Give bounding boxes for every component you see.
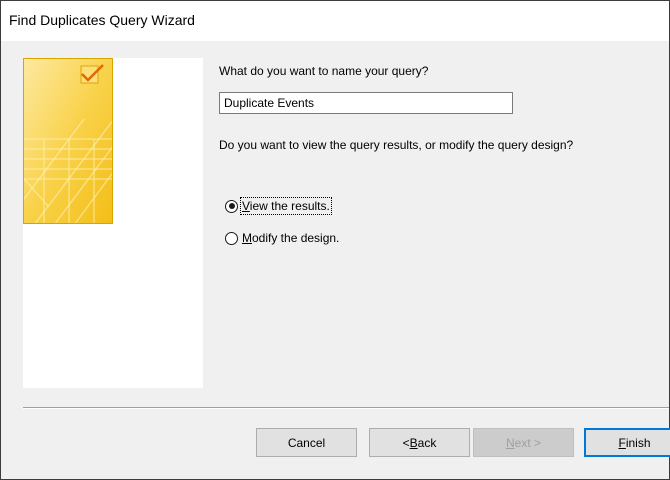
wizard-graphic-icon [23,58,113,224]
wizard-window: Find Duplicates Query Wizard What do you… [0,0,670,480]
query-name-input[interactable] [219,92,513,114]
next-button[interactable]: Next > [473,428,574,457]
query-name-prompt: What do you want to name your query? [219,64,429,78]
window-title: Find Duplicates Query Wizard [9,12,195,28]
view-results-radio[interactable] [225,199,238,213]
modify-design-label: Modify the design. [242,231,340,245]
view-results-label: View the results. [240,197,332,215]
footer-separator [23,407,669,409]
back-button[interactable]: < Back [369,428,470,457]
modify-design-radio[interactable] [225,231,238,245]
wizard-left-panel [23,58,203,388]
view-results-option[interactable]: View the results. [225,197,332,215]
cancel-button[interactable]: Cancel [256,428,357,457]
finish-button[interactable]: Finish [584,428,670,457]
modify-design-option[interactable]: Modify the design. [225,231,339,245]
title-bar: Find Duplicates Query Wizard [1,1,669,41]
view-or-modify-prompt: Do you want to view the query results, o… [219,138,574,152]
